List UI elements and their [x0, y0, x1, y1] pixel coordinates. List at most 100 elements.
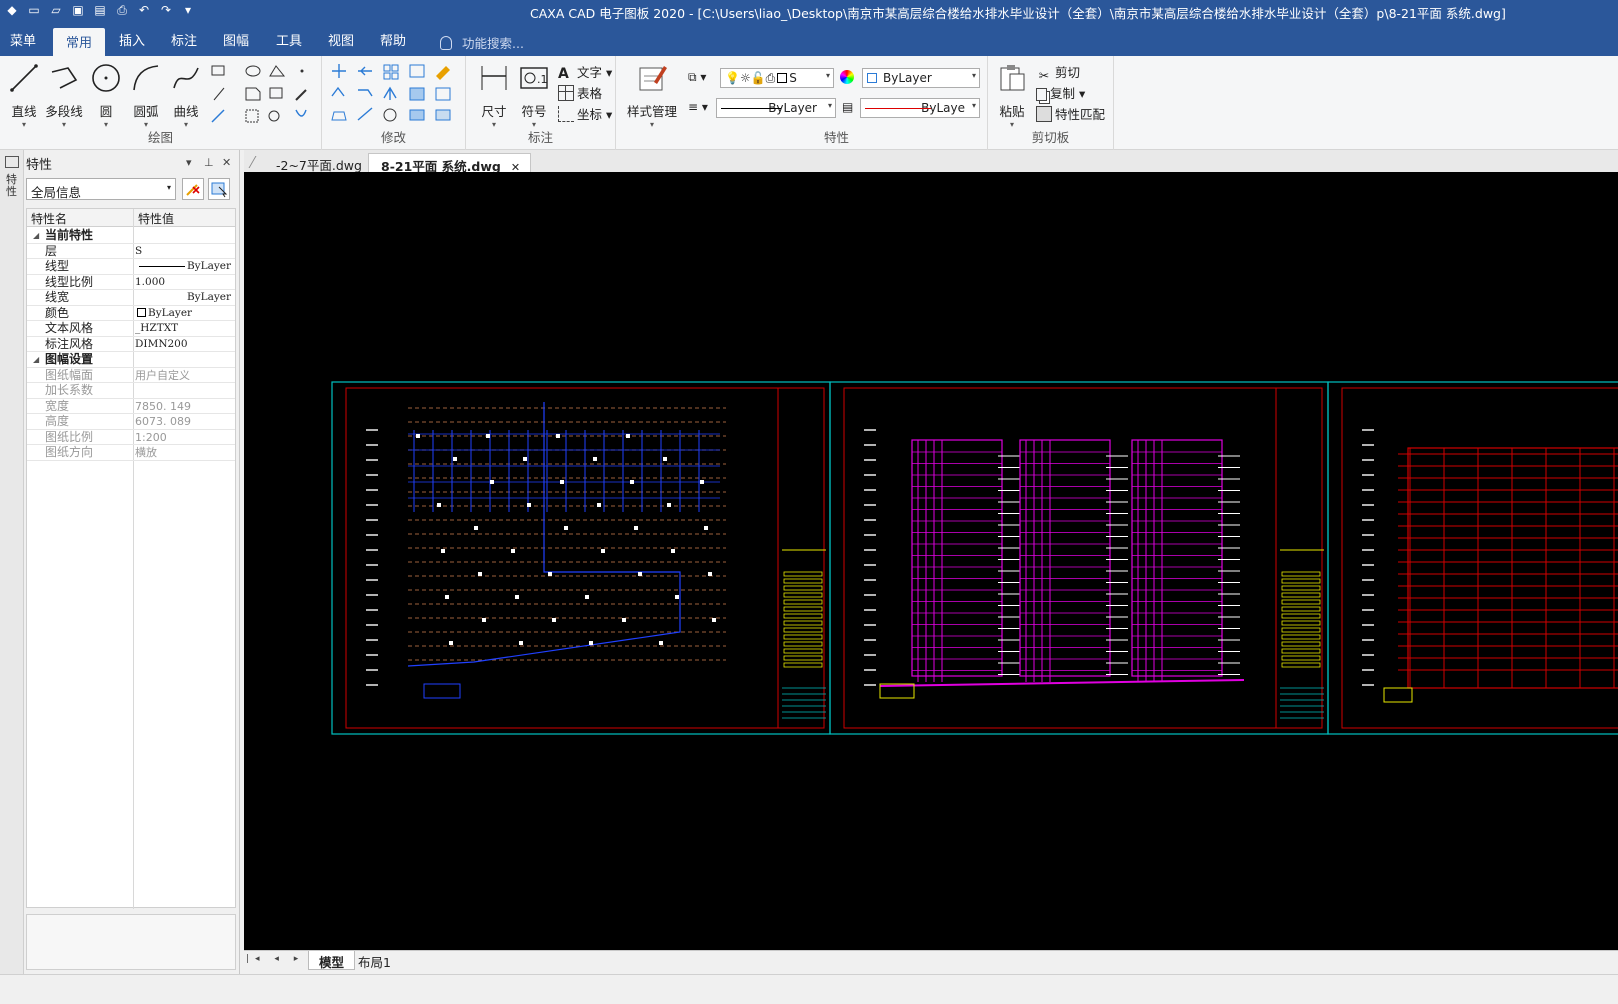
- print-icon[interactable]: ⎙: [114, 2, 130, 18]
- property-row[interactable]: 文本风格 _HZTXT: [27, 321, 235, 337]
- table-button[interactable]: 表格: [558, 83, 602, 102]
- tab-tools[interactable]: 工具: [276, 30, 302, 49]
- polyline-button[interactable]: 多段线 ▾: [44, 62, 84, 129]
- title-block-row: [783, 662, 823, 668]
- curve-icon: [173, 67, 199, 89]
- tab-home[interactable]: 常用: [53, 28, 106, 56]
- open-icon[interactable]: ▱: [48, 2, 64, 18]
- layer-tool-icon[interactable]: ⧉ ▾: [688, 70, 706, 85]
- fixture-mark: [700, 480, 704, 484]
- lineweight-combo[interactable]: ByLaye ▾: [860, 98, 980, 118]
- collapse-icon[interactable]: ◢: [33, 231, 39, 240]
- tab-annotate[interactable]: 标注: [171, 30, 197, 49]
- linetype-combo[interactable]: ByLayer ▾: [716, 98, 836, 118]
- tab-menu[interactable]: 菜单: [10, 30, 36, 49]
- property-value[interactable]: S: [135, 244, 235, 259]
- deselect-button[interactable]: [182, 178, 204, 200]
- tab-help[interactable]: 帮助: [380, 30, 406, 49]
- lightbulb-icon: [440, 36, 452, 50]
- lineweight-tool-icon[interactable]: ▤: [842, 100, 853, 114]
- fixture-mark: [449, 641, 453, 645]
- color-wheel-icon[interactable]: [840, 70, 854, 84]
- drawing-canvas[interactable]: [244, 172, 1618, 950]
- fixture-mark: [416, 434, 420, 438]
- property-row[interactable]: 线型比例 1.000: [27, 275, 235, 290]
- fixture-mark: [597, 503, 601, 507]
- style-manager-button[interactable]: 样式管理 ▾: [624, 62, 680, 129]
- new-icon[interactable]: ▭: [26, 2, 42, 18]
- property-value[interactable]: DIMN200: [135, 337, 235, 352]
- text-icon: A: [558, 66, 569, 82]
- coordinate-button[interactable]: 坐标 ▾: [558, 104, 612, 123]
- undo-icon[interactable]: ↶: [136, 2, 152, 18]
- saveall-icon[interactable]: ▤: [92, 2, 108, 18]
- quick-select-button[interactable]: [208, 178, 230, 200]
- property-value: 6073. 089: [135, 415, 191, 428]
- property-category[interactable]: ◢ 图幅设置: [27, 352, 235, 368]
- linetype-tool-icon[interactable]: ≡ ▾: [688, 100, 708, 114]
- feature-search[interactable]: 功能搜索...: [440, 33, 524, 52]
- copy-button[interactable]: 复制 ▾: [1036, 83, 1085, 102]
- property-value[interactable]: ByLayer: [135, 306, 235, 321]
- layout-tab-layout1[interactable]: 布局1: [348, 951, 401, 970]
- polyline-icon: [51, 67, 78, 89]
- property-row[interactable]: 高度 6073. 089: [27, 414, 235, 430]
- property-row[interactable]: 线型 ByLayer: [27, 259, 235, 275]
- paste-button[interactable]: 粘贴 ▾: [996, 62, 1028, 129]
- sheet-border: [843, 387, 1323, 729]
- match-properties-button[interactable]: 特性匹配: [1036, 104, 1105, 123]
- property-row[interactable]: 图纸比例 1:200: [27, 430, 235, 445]
- fixture-mark: [589, 641, 593, 645]
- color-combo[interactable]: ByLayer ▾: [862, 68, 980, 88]
- status-bar: [0, 974, 1618, 1004]
- arc-button[interactable]: 圆弧 ▾: [130, 62, 162, 129]
- circle-button[interactable]: 圆 ▾: [90, 62, 122, 129]
- vertical-properties-tab[interactable]: 特性: [6, 174, 18, 198]
- cut-button[interactable]: ✂ 剪切: [1036, 62, 1080, 84]
- property-row[interactable]: 线宽 ByLayer: [27, 290, 235, 306]
- properties-tab-icon[interactable]: [5, 156, 19, 168]
- property-value[interactable]: ByLayer: [135, 290, 235, 305]
- line-button[interactable]: 直线 ▾: [8, 62, 40, 129]
- pin-icon[interactable]: ⊥: [204, 156, 214, 169]
- property-row[interactable]: 层S: [27, 244, 235, 259]
- tab-insert[interactable]: 插入: [119, 30, 145, 49]
- title-block-row: [783, 634, 823, 640]
- text-button[interactable]: A 文字 ▾: [558, 62, 612, 82]
- customize-icon[interactable]: ▾: [180, 2, 196, 18]
- property-row[interactable]: 图纸方向 横放: [27, 445, 235, 461]
- title-block-row: [1281, 578, 1321, 584]
- brush-icon: [1036, 106, 1052, 122]
- doc-tab-2-7[interactable]: -2~7平面.dwg: [264, 153, 372, 173]
- collapse-icon[interactable]: ◢: [33, 355, 39, 364]
- fixture-mark: [626, 434, 630, 438]
- app-icon[interactable]: ◆: [4, 2, 20, 18]
- property-row[interactable]: 宽度 7850. 149: [27, 399, 235, 414]
- property-row[interactable]: 颜色 ByLayer: [27, 306, 235, 321]
- title-block-row: [783, 578, 823, 584]
- property-value[interactable]: ByLayer: [135, 259, 235, 274]
- tab-sheet[interactable]: 图幅: [223, 30, 249, 49]
- property-value[interactable]: _HZTXT: [135, 321, 235, 336]
- property-row[interactable]: 加长系数: [27, 383, 235, 399]
- symbol-button[interactable]: .1 符号 ▾: [516, 62, 552, 129]
- title-block-row: [1281, 613, 1321, 619]
- curve-button[interactable]: 曲线 ▾: [170, 62, 202, 129]
- panel-menu-icon[interactable]: ▾: [186, 156, 192, 169]
- doc-tab-8-21[interactable]: 8-21平面 系统.dwg ✕: [368, 153, 532, 174]
- tab-view[interactable]: 视图: [328, 30, 354, 49]
- title-block-row: [783, 599, 823, 605]
- close-icon[interactable]: ✕: [222, 156, 231, 169]
- scope-select[interactable]: 全局信息 ▾: [26, 178, 176, 200]
- sheet-frame: [1327, 381, 1618, 735]
- property-row[interactable]: 标注风格 DIMN200: [27, 337, 235, 352]
- property-category[interactable]: ◢ 当前特性: [27, 228, 235, 244]
- property-row[interactable]: 图纸幅面 用户自定义: [27, 368, 235, 383]
- layer-combo[interactable]: 💡☼🔓⎙ S ▾: [720, 68, 834, 88]
- save-icon[interactable]: ▣: [70, 2, 86, 18]
- dimension-button[interactable]: 尺寸 ▾: [476, 62, 512, 129]
- redo-icon[interactable]: ↷: [158, 2, 174, 18]
- property-value[interactable]: 1.000: [135, 275, 235, 290]
- modify-tools[interactable]: [330, 62, 462, 128]
- draw-small-tools[interactable]: [210, 62, 318, 128]
